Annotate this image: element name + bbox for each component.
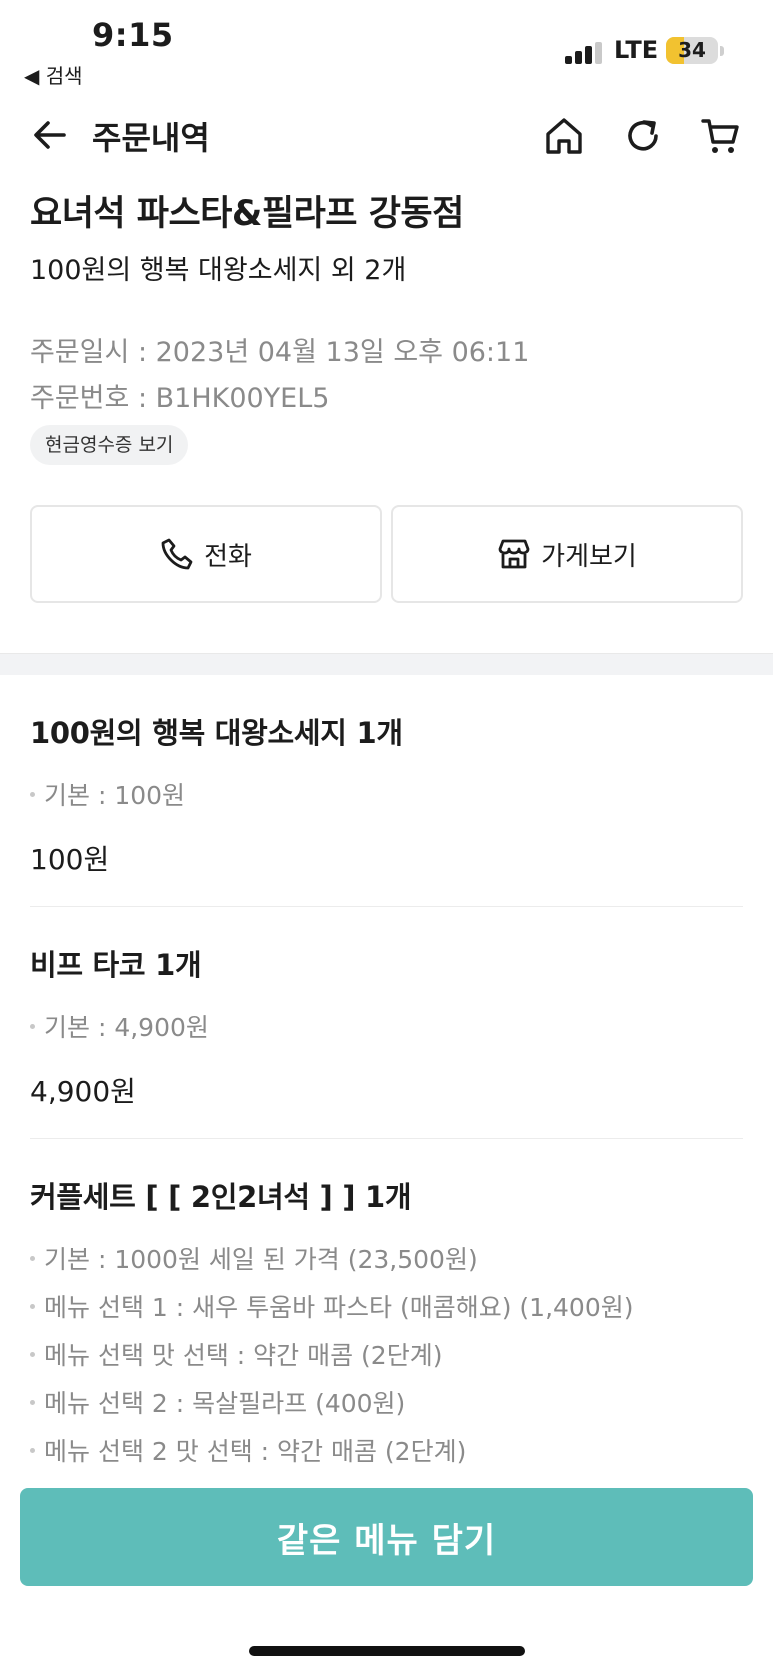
order-item-option: 메뉴 선택 2 : 목살필라프 (400원) [30,1384,405,1420]
network-type: LTE [614,36,659,64]
order-summary: 100원의 행복 대왕소세지 외 2개 [30,255,407,286]
order-item-title: 100원의 행복 대왕소세지 1개 [30,716,403,750]
order-item-option: 기본 : 100원 [30,776,185,812]
back-arrow-icon[interactable] [30,115,70,155]
status-bar: 9:15 ◀ 검색 LTE 34 [0,0,773,90]
order-item-option: 메뉴 선택 1 : 새우 투움바 파스타 (매콤해요) (1,400원) [30,1288,634,1324]
store-icon [498,539,530,569]
add-same-menu-button[interactable]: 같은 메뉴 담기 [20,1488,753,1586]
option-text: 메뉴 선택 2 맛 선택 : 약간 매콤 (2단계) [44,1437,467,1466]
cash-receipt-button[interactable]: 현금영수증 보기 [30,425,189,465]
battery-icon: 34 [666,37,718,64]
cart-icon[interactable] [700,115,742,157]
order-item-option: 기본 : 4,900원 [30,1008,209,1044]
order-datetime: 주문일시 : 2023년 04월 13일 오후 06:11 [30,337,530,368]
status-time: 9:15 [92,16,174,54]
back-to-search-link[interactable]: ◀ 검색 [24,60,83,89]
battery-tip [720,46,724,56]
option-text: 메뉴 선택 2 : 목살필라프 (400원) [44,1389,406,1418]
page-title: 주문내역 [92,119,210,157]
battery-level: 34 [678,38,706,62]
call-button-label: 전화 [204,541,252,572]
signal-icon [565,42,603,64]
order-item-option: 메뉴 선택 맛 선택 : 약간 매콤 (2단계) [30,1336,442,1372]
option-text: 메뉴 선택 1 : 새우 투움바 파스타 (매콤해요) (1,400원) [44,1293,634,1322]
view-store-button-label: 가게보기 [541,541,637,572]
option-text: 기본 : 1000원 세일 된 가격 (23,500원) [44,1245,478,1274]
order-item-option: 메뉴 선택 2 맛 선택 : 약간 매콤 (2단계) [30,1432,466,1468]
section-divider [0,653,773,675]
option-text: 기본 : 100원 [44,781,186,810]
item-separator [30,1138,743,1139]
store-name[interactable]: 요녀석 파스타&필라프 강동점 [30,185,464,236]
item-separator [30,906,743,907]
refresh-icon[interactable] [622,115,664,157]
call-button[interactable]: 전화 [30,505,382,603]
order-item-price: 4,900원 [30,1075,136,1108]
option-text: 기본 : 4,900원 [44,1013,209,1042]
order-item-title: 비프 타코 1개 [30,948,202,982]
home-icon[interactable] [543,115,585,157]
order-item-option: 기본 : 1000원 세일 된 가격 (23,500원) [30,1240,478,1276]
order-item-title: 커플세트 [ [ 2인2녀석 ] ] 1개 [30,1180,412,1214]
order-item-price: 100원 [30,843,110,876]
home-indicator [249,1646,525,1656]
view-store-button[interactable]: 가게보기 [391,505,743,603]
nav-bar: 주문내역 [0,105,773,165]
order-number: 주문번호 : B1HK00YEL5 [30,383,330,414]
option-text: 메뉴 선택 맛 선택 : 약간 매콤 (2단계) [44,1341,443,1370]
phone-icon [161,538,193,570]
